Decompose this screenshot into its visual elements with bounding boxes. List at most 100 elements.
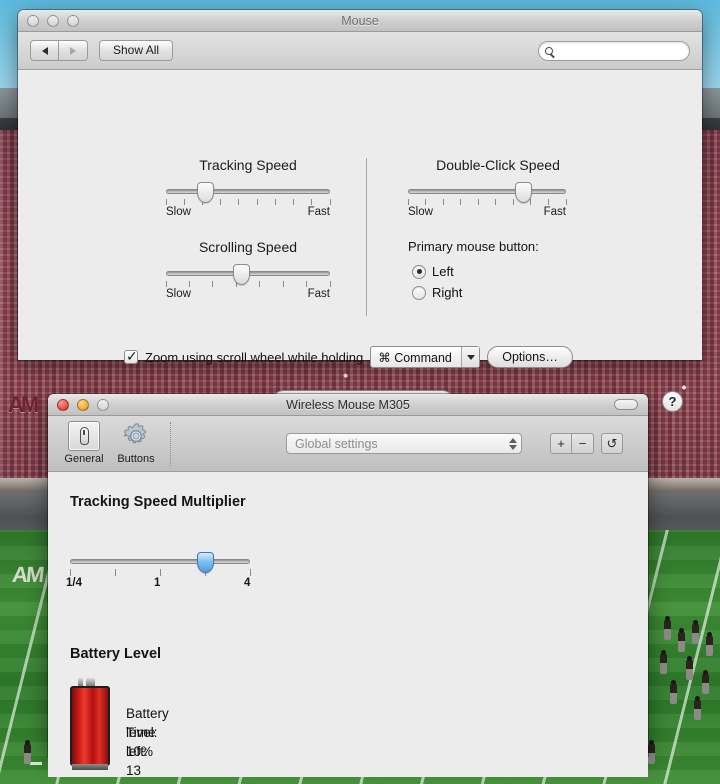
zoom-button[interactable] [97,398,109,411]
double-click-max-label: Fast [543,206,566,218]
toolbar-item-buttons[interactable]: Buttons [110,418,162,470]
modifier-key-popup[interactable]: ⌘ Command [370,346,481,368]
band-member [678,628,685,652]
radio-option-left[interactable]: Left [412,264,454,279]
lcc-window-titlebar[interactable]: Wireless Mouse M305 [48,394,648,416]
preferences-toolbar[interactable]: Show All [18,32,702,70]
lcc-window-controls[interactable] [57,398,109,411]
slider-ticks [69,569,251,577]
primary-button-label: Primary mouse button: [408,239,539,254]
band-member [702,670,709,694]
band-member [660,650,667,674]
gear-icon [121,421,151,451]
tracking-speed-max-label: Fast [307,206,330,218]
slider-track [166,189,330,194]
mouse-window-titlebar[interactable]: Mouse [18,10,702,32]
slider-thumb[interactable] [196,552,214,573]
profile-buttons[interactable]: + − ↺ [550,433,623,454]
lcc-window-title: Wireless Mouse M305 [286,397,410,412]
chevron-down-icon [509,444,517,450]
tracking-speed-min-label: Slow [166,206,191,218]
radio-left-indicator[interactable] [412,264,426,279]
battery-time-left-text: Time left: 13 days [126,725,156,784]
triangle-right-icon [70,46,76,55]
chevron-up-icon [509,437,517,443]
slider-ticks [407,199,567,206]
device-selector-combo[interactable]: Global settings [286,433,522,454]
slider-thumb[interactable] [196,182,214,203]
mouse-glyph-icon [79,426,89,445]
battery-level-heading: Battery Level [70,646,162,662]
band-member [692,620,699,644]
zoom-button[interactable] [67,14,79,27]
lcc-toolbar[interactable]: General Buttons Global settings + − ↺ [48,416,648,472]
chevron-down-icon [466,354,475,360]
navigation-segmented-control[interactable] [30,40,88,61]
panel-divider [366,158,367,316]
search-field[interactable] [538,40,690,61]
revert-button[interactable]: ↺ [601,433,623,454]
show-all-button[interactable]: Show All [99,40,174,61]
toolbar-separator [170,421,171,466]
scrolling-speed-title: Scrolling Speed [198,239,298,255]
double-click-speed-title: Double-Click Speed [436,157,560,173]
lcc-body: Tracking Speed Multiplier 1/4 1 4 Batter… [48,472,648,784]
minimize-button[interactable] [47,14,59,27]
band-member [706,632,713,656]
zoom-scroll-checkbox[interactable] [124,348,138,365]
popup-arrow-box [461,347,480,367]
forward-button[interactable] [59,40,88,61]
remove-profile-button[interactable]: − [572,433,594,454]
mouse-device-icon [68,420,100,451]
search-input[interactable] [557,44,677,57]
radio-left-label: Left [432,264,454,279]
toolbar-toggle-button[interactable] [614,399,638,410]
toolbar-item-general[interactable]: General [58,418,110,470]
scrolling-speed-min-label: Slow [166,288,191,300]
wireless-mouse-window[interactable]: Wireless Mouse M305 General Buttons Glob… [48,394,648,784]
preferences-body: Tracking Speed Slow Fast Scrolling Speed… [18,70,702,413]
zoom-options-button[interactable]: Options… [487,346,573,368]
magnifier-icon [545,46,553,55]
zoom-scroll-label: Zoom using scroll wheel while holding [145,349,364,365]
mouse-preferences-window[interactable]: Mouse Show All Tracking Speed Slow Fast … [18,10,702,413]
back-button[interactable] [30,40,59,61]
slider-ticks [165,281,331,288]
slider-thumb[interactable] [232,264,250,285]
band-member [664,616,671,640]
radio-option-right[interactable]: Right [412,285,462,300]
band-member [670,680,677,704]
window-controls[interactable] [27,14,79,27]
band-member [686,656,693,680]
toolbar-item-general-label: General [64,452,104,465]
desktop: AM AM Mouse Show All Tracking Speed Slow… [0,0,720,784]
battery-section: Battery level: 10% Time left: 13 days [70,678,169,784]
slider-thumb[interactable] [514,182,532,203]
close-button[interactable] [27,14,39,27]
toolbar-item-buttons-label: Buttons [117,452,155,465]
double-click-min-label: Slow [408,206,433,218]
battery-base [72,764,108,770]
slider-track [408,189,566,194]
stepper-arrows[interactable] [509,437,517,450]
minimize-button[interactable] [77,398,89,411]
yard-marker [30,762,42,765]
multiplier-label-quarter: 1/4 [66,577,82,589]
band-member [24,740,31,764]
close-button[interactable] [57,398,69,411]
tracking-multiplier-heading: Tracking Speed Multiplier [70,494,246,510]
add-profile-button[interactable]: + [550,433,572,454]
band-member [694,696,701,720]
slider-track [70,559,250,564]
help-button[interactable]: ? [662,391,683,412]
mouse-window-title: Mouse [341,13,379,28]
triangle-left-icon [41,46,48,55]
zoom-scroll-row[interactable]: Zoom using scroll wheel while holding ⌘ … [124,346,573,368]
scrolling-speed-max-label: Fast [307,288,330,300]
slider-ticks [165,199,331,206]
modifier-key-value: ⌘ Command [378,350,452,365]
radio-right-indicator[interactable] [412,285,426,300]
multiplier-label-one: 1 [154,577,161,589]
stadium-wall-logo: AM [8,392,39,417]
radio-right-label: Right [432,285,463,300]
